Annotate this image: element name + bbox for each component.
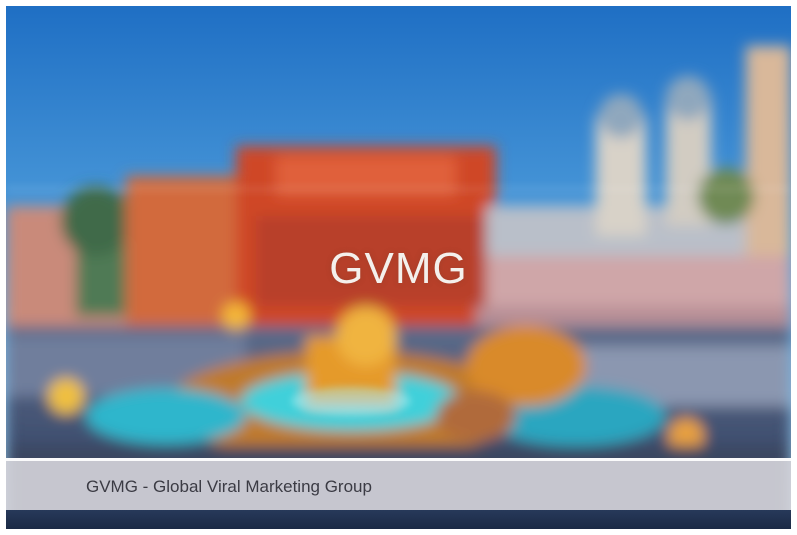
caption-bar: GVMG - Global Viral Marketing Group [6,458,791,510]
bottom-strip [6,510,791,529]
slide-title: GVMG [329,244,468,293]
caption-text: GVMG - Global Viral Marketing Group [86,477,372,496]
photo-slide[interactable]: GVMG GVMG - Global Viral Marketing Group [6,6,791,529]
